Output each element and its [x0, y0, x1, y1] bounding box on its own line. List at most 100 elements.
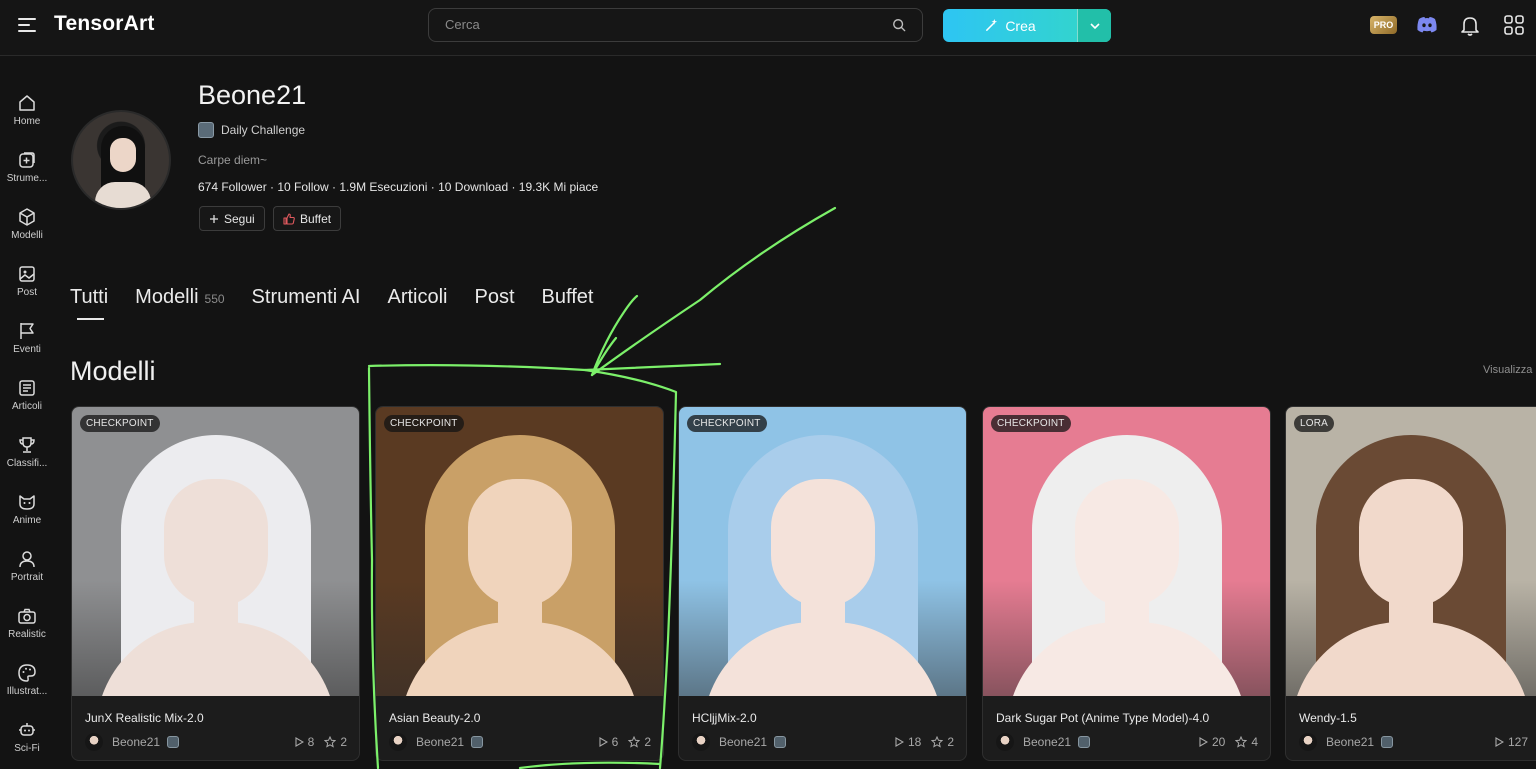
search-icon[interactable] [892, 18, 906, 32]
author-name[interactable]: Beone21 [416, 735, 464, 749]
star-icon [628, 736, 641, 748]
model-card[interactable]: CHECKPOINT JunX Realistic Mix-2.0 Beone2… [71, 406, 360, 761]
model-meta: Beone21 6 2 [389, 733, 651, 751]
star-count[interactable]: 4 [1235, 735, 1258, 749]
model-thumbnail[interactable] [983, 407, 1270, 696]
run-count: 20 [1198, 735, 1225, 749]
section-title: Modelli [70, 356, 156, 386]
logo[interactable]: TensorArt [54, 12, 155, 36]
menu-icon[interactable] [18, 17, 36, 33]
model-title[interactable]: Dark Sugar Pot (Anime Type Model)-4.0 [996, 711, 1209, 725]
model-thumbnail[interactable] [72, 407, 359, 696]
tab-buffet[interactable]: Buffet [542, 286, 594, 309]
sidebar-item-anime[interactable]: Anime [0, 492, 54, 542]
model-card[interactable]: CHECKPOINT HCljjMix-2.0 Beone21 18 2 [678, 406, 967, 761]
star-count[interactable]: 2 [931, 735, 954, 749]
tools-icon [19, 152, 35, 168]
sidebar-item-label: Home [13, 116, 41, 127]
article-icon [19, 380, 35, 396]
sidebar-item-label: Eventi [13, 344, 41, 355]
discord-icon[interactable] [1415, 13, 1439, 37]
sidebar-item-label: Classifi... [6, 458, 48, 469]
tab-all[interactable]: Tutti [70, 286, 108, 309]
create-dropdown-button[interactable] [1077, 9, 1111, 42]
tab-articles[interactable]: Articoli [387, 286, 447, 309]
author-avatar[interactable] [389, 733, 407, 751]
sidebar-item-tools[interactable]: Strume... [0, 150, 54, 200]
thumbnail-figure-part [1359, 479, 1463, 607]
model-thumbnail[interactable] [376, 407, 663, 696]
model-card[interactable]: LORA Wendy-1.5 Beone21 127 [1285, 406, 1536, 761]
profile-tabs: Tutti Modelli 550 Strumenti AI Articoli P… [70, 286, 620, 316]
model-card[interactable]: CHECKPOINT Dark Sugar Pot (Anime Type Mo… [982, 406, 1271, 761]
sidebar-item-leaderboard[interactable]: Classifi... [0, 435, 54, 485]
sidebar-item-articles[interactable]: Articoli [0, 378, 54, 428]
star-icon [324, 736, 337, 748]
view-all-link[interactable]: Visualizza [1483, 364, 1532, 376]
search-bar [428, 8, 923, 42]
play-icon [599, 737, 608, 747]
sidebar-item-illustration[interactable]: Illustrat... [0, 663, 54, 713]
flag-icon [20, 323, 34, 339]
profile-name: Beone21 [198, 80, 307, 110]
star-count[interactable]: 2 [324, 735, 347, 749]
author-avatar[interactable] [692, 733, 710, 751]
daily-challenge-badge[interactable]: Daily Challenge [198, 122, 305, 138]
verified-icon [167, 736, 180, 748]
sidebar-item-label: Portrait [10, 572, 44, 583]
trophy-icon [19, 437, 35, 453]
cat-icon [19, 495, 35, 510]
sidebar-item-label: Post [16, 287, 37, 298]
model-meta: Beone21 127 [1299, 733, 1528, 751]
author-name[interactable]: Beone21 [1023, 735, 1071, 749]
thumbnail-figure-part [1074, 479, 1179, 607]
buffet-button[interactable]: Buffet [273, 206, 342, 231]
model-thumbnail[interactable] [679, 407, 966, 696]
search-input[interactable] [445, 17, 875, 32]
create-button[interactable]: Crea [943, 9, 1077, 42]
bell-icon[interactable] [1458, 13, 1482, 37]
apps-grid-icon[interactable] [1502, 13, 1526, 37]
sidebar-item-events[interactable]: Eventi [0, 321, 54, 371]
sidebar-item-label: Sci-Fi [14, 743, 40, 754]
tab-ai-tools[interactable]: Strumenti AI [252, 286, 361, 309]
follow-button[interactable]: Segui [199, 206, 265, 231]
tab-post[interactable]: Post [475, 286, 515, 309]
chevron-down-icon [1089, 22, 1100, 29]
run-count: 8 [294, 735, 314, 749]
model-thumbnail[interactable] [1286, 407, 1536, 696]
camera-icon [18, 608, 36, 624]
model-title[interactable]: HCljjMix-2.0 [692, 711, 757, 725]
tab-models[interactable]: Modelli 550 [135, 286, 224, 309]
play-icon [895, 737, 904, 747]
profile-avatar[interactable] [71, 110, 171, 210]
sidebar-item-models[interactable]: Modelli [0, 207, 54, 257]
model-type-badge: CHECKPOINT [991, 415, 1071, 432]
author-name[interactable]: Beone21 [112, 735, 160, 749]
sidebar-item-realistic[interactable]: Realistic [0, 606, 54, 656]
author-avatar[interactable] [85, 733, 103, 751]
sidebar-item-label: Realistic [8, 629, 46, 640]
robot-icon [19, 723, 35, 736]
model-title[interactable]: Asian Beauty-2.0 [389, 711, 480, 725]
model-title[interactable]: Wendy-1.5 [1299, 711, 1357, 725]
pro-badge[interactable]: PRO [1370, 16, 1397, 34]
follow-label: Segui [224, 211, 255, 226]
thumbnail-figure-part [467, 479, 572, 607]
author-name[interactable]: Beone21 [719, 735, 767, 749]
run-count: 6 [598, 735, 618, 749]
author-avatar[interactable] [996, 733, 1014, 751]
star-count[interactable]: 2 [628, 735, 651, 749]
author-name[interactable]: Beone21 [1326, 735, 1374, 749]
sidebar-item-post[interactable]: Post [0, 264, 54, 314]
sidebar-item-home[interactable]: Home [0, 93, 54, 143]
model-card[interactable]: CHECKPOINT Asian Beauty-2.0 Beone21 6 2 [375, 406, 664, 761]
sidebar-item-scifi[interactable]: Sci-Fi [0, 720, 54, 769]
sidebar-item-portrait[interactable]: Portrait [0, 549, 54, 599]
author-avatar[interactable] [1299, 733, 1317, 751]
model-title[interactable]: JunX Realistic Mix-2.0 [85, 711, 204, 725]
thumbs-up-icon [283, 212, 295, 225]
profile-stats: 674 Follower · 10 Follow · 1.9M Esecuzio… [198, 180, 599, 194]
model-type-badge: CHECKPOINT [80, 415, 160, 432]
thumbnail-figure-part [770, 479, 875, 607]
